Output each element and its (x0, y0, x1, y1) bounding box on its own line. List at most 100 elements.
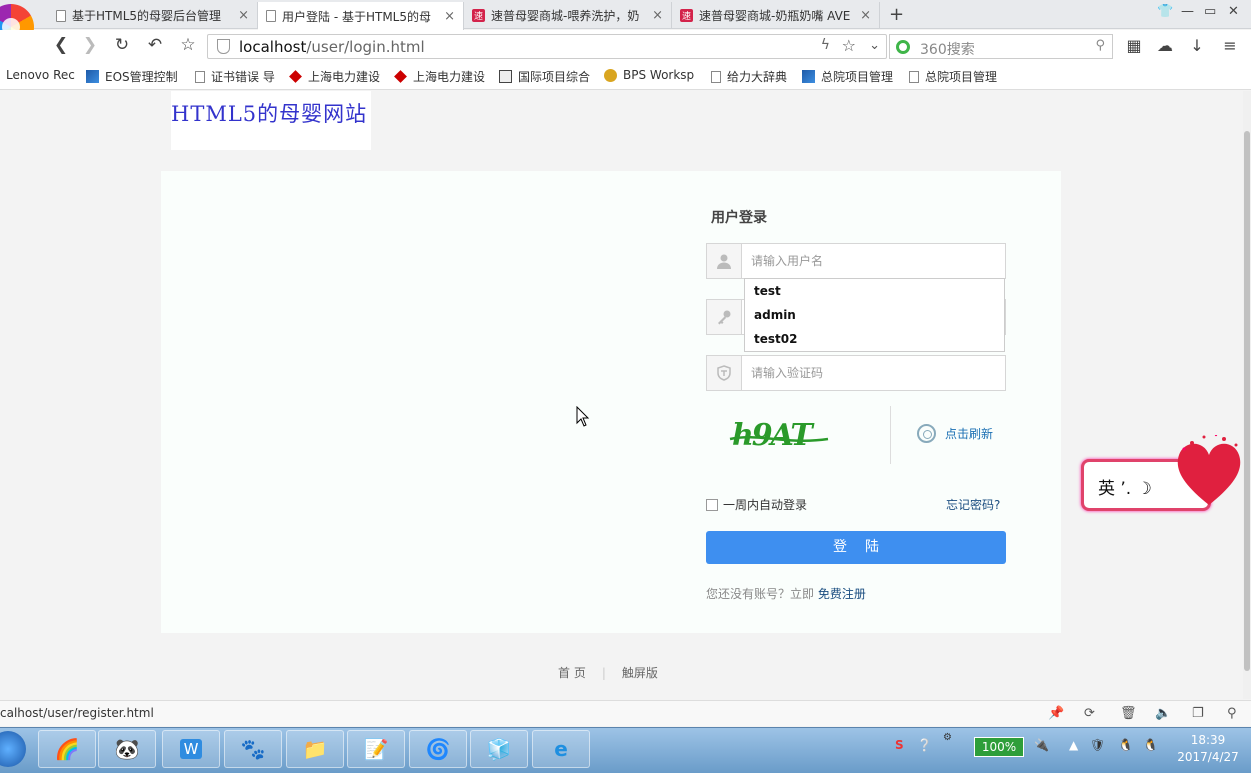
bookmark-item[interactable]: 总院项目管理 (802, 68, 893, 85)
qq-icon-2[interactable]: 🐧 (1143, 738, 1158, 752)
reload-icon[interactable]: ↻ (111, 35, 133, 55)
login-button[interactable]: 登陆 (706, 531, 1006, 564)
close-icon[interactable]: × (652, 8, 663, 23)
taskbar-app-icon[interactable]: 🐼 (98, 730, 156, 768)
tray-expand-icon[interactable]: ▲ (1069, 738, 1078, 752)
taskbar-fan-icon[interactable]: 🌀 (409, 730, 467, 768)
bookmark-item[interactable]: 国际项目综合 (499, 68, 590, 85)
autocomplete-option[interactable]: test02 (745, 327, 1004, 351)
close-icon[interactable]: × (238, 8, 249, 23)
refresh-icon (917, 424, 936, 443)
skin-icon[interactable]: 👕 (1157, 4, 1173, 19)
trash-icon[interactable]: 🗑 (1120, 706, 1137, 721)
tab-supu-bottles[interactable]: 速 速普母婴商城-奶瓶奶嘴 AVE × (672, 2, 880, 29)
bookmark-item[interactable]: 证书错误 导 (195, 68, 275, 85)
status-bar: calhost/user/register.html 📌 ⟳ 🗑 🔈 ❐ ⚲ (0, 700, 1251, 726)
cloud-icon[interactable]: ☁ (1155, 36, 1175, 55)
register-prompt: 您还没有账号？立即 免费注册 (706, 587, 866, 601)
taskbar-folder-icon[interactable]: 📁 (286, 730, 344, 768)
new-tab-button[interactable]: + (889, 4, 904, 25)
bookmark-item[interactable]: 上海电力建设 (289, 68, 380, 85)
search-icon[interactable]: ⚲ (1095, 38, 1105, 53)
footer-touch-link[interactable]: 触屏版 (622, 664, 658, 681)
url-text[interactable]: localhost/user/login.html (239, 38, 425, 56)
search-placeholder: 360搜索 (920, 42, 975, 58)
bookmark-item[interactable]: 上海电力建设 (394, 68, 485, 85)
remember-checkbox[interactable] (706, 498, 718, 511)
login-panel: 用户登录 test admin test02 h9AT (161, 171, 1061, 633)
tray-app-icon[interactable]: 🛡 (1090, 738, 1105, 752)
start-button-icon[interactable] (0, 731, 26, 767)
close-window-icon[interactable]: ✕ (1228, 4, 1239, 19)
register-link[interactable]: 免费注册 (818, 587, 866, 601)
lightning-icon[interactable]: ϟ (821, 37, 830, 53)
system-clock[interactable]: 18:39 2017/4/27 (1176, 732, 1240, 766)
minimize-icon[interactable]: — (1181, 4, 1194, 19)
settings-icon[interactable]: ⚙ (943, 732, 952, 743)
autocomplete-option[interactable]: admin (745, 303, 1004, 327)
forward-icon[interactable]: ❯ (79, 35, 101, 55)
qq-icon[interactable]: 🐧 (1118, 738, 1133, 752)
maximize-icon[interactable]: ▭ (1204, 4, 1216, 19)
chevron-down-icon[interactable]: ⌄ (869, 38, 880, 53)
autocomplete-option[interactable]: test (745, 279, 1004, 303)
refresh-captcha-button[interactable]: 点击刷新 (917, 424, 993, 443)
taskbar-editor-icon[interactable]: 📝 (347, 730, 405, 768)
apps-icon[interactable]: ▦ (1124, 36, 1144, 55)
close-icon[interactable]: × (860, 8, 871, 23)
bookmark-item[interactable]: Lenovo Rec (6, 68, 75, 82)
mouse-cursor-icon (576, 406, 590, 427)
sogou-icon[interactable]: S (895, 738, 904, 752)
bookmark-item[interactable]: 给力大辞典 (711, 68, 787, 85)
scrollbar-thumb[interactable] (1244, 131, 1250, 671)
captcha-field (706, 355, 1006, 391)
zoom-icon[interactable]: ⚲ (1227, 706, 1237, 721)
undo-icon[interactable]: ↶ (144, 35, 166, 55)
battery-indicator[interactable]: 100% (974, 737, 1024, 757)
tab-login[interactable]: 用户登陆 - 基于HTML5的母 × (258, 2, 464, 30)
tab-admin[interactable]: 基于HTML5的母婴后台管理 × (48, 2, 258, 29)
widget-text: 英 ’. ☽ (1098, 479, 1152, 499)
document-icon (909, 70, 919, 83)
shield-icon (707, 356, 742, 390)
back-icon[interactable]: ❮ (50, 35, 72, 55)
bookmark-item[interactable]: BPS Worksp (604, 68, 694, 82)
remember-me[interactable]: 一周内自动登录 (706, 496, 807, 513)
page-scrollbar[interactable] (1243, 91, 1251, 699)
footer-home-link[interactable]: 首 页 (558, 664, 586, 681)
address-bar[interactable]: localhost/user/login.html ϟ ☆ ⌄ (207, 34, 887, 59)
user-icon (707, 244, 742, 278)
eos-icon (802, 70, 815, 83)
pin-icon[interactable]: 📌 (1048, 706, 1064, 721)
captcha-image[interactable]: h9AT (728, 415, 838, 455)
power-plug-icon[interactable]: 🔌 (1034, 738, 1049, 752)
help-icon[interactable]: ❔ (917, 738, 932, 752)
input-method-widget[interactable]: 英 ’. ☽ (1081, 435, 1241, 513)
window-icon[interactable]: ❐ (1192, 706, 1204, 721)
favorite-icon[interactable]: ☆ (177, 35, 199, 55)
taskbar-wps-icon[interactable]: W (162, 730, 220, 768)
footer-separator: | (601, 665, 606, 680)
taskbar-eraser-icon[interactable]: 🧊 (470, 730, 528, 768)
site-logo[interactable]: HTML5的母婴网站 (171, 91, 371, 150)
taskbar-browser-icon[interactable]: 🌈 (38, 730, 96, 768)
menu-icon[interactable]: ≡ (1220, 36, 1240, 55)
volume-icon[interactable]: 🔈 (1155, 706, 1171, 721)
sepc-icon (289, 70, 302, 83)
svg-text:h9AT: h9AT (732, 418, 815, 453)
bookmark-item[interactable]: 总院项目管理 (909, 68, 997, 85)
accelerate-icon[interactable]: ⟳ (1084, 706, 1095, 721)
bookmark-item[interactable]: EOS管理控制 (86, 68, 178, 85)
refresh-label: 点击刷新 (945, 427, 994, 441)
tab-bar: 基于HTML5的母婴后台管理 × 用户登陆 - 基于HTML5的母 × 速 速普… (0, 0, 1251, 50)
forgot-password-link[interactable]: 忘记密码? (946, 496, 1000, 513)
taskbar-ie-icon[interactable]: e (532, 730, 590, 768)
taskbar-paw-icon[interactable]: 🐾 (224, 730, 282, 768)
search-box[interactable]: 360搜索 ⚲ (889, 34, 1113, 59)
close-icon[interactable]: × (444, 9, 455, 24)
star-icon[interactable]: ☆ (842, 36, 856, 55)
username-input[interactable] (743, 244, 1003, 278)
captcha-input[interactable] (743, 356, 1003, 390)
download-icon[interactable]: ↓ (1187, 36, 1207, 55)
tab-supu-feeding[interactable]: 速 速普母婴商城-喂养洗护，奶 × (464, 2, 672, 29)
